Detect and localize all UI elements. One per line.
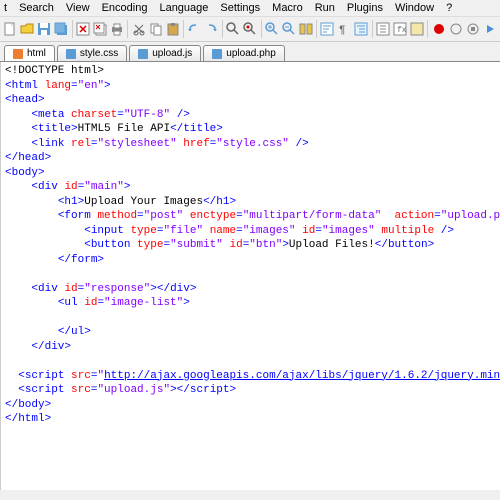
menu-help[interactable]: ? [446, 2, 452, 14]
divider [72, 20, 73, 38]
playback-icon[interactable] [481, 19, 498, 39]
file-icon [212, 49, 222, 59]
file-icon [138, 49, 148, 59]
divider [427, 20, 428, 38]
menu-bar: t Search View Encoding Language Settings… [0, 0, 500, 17]
menu-edit[interactable]: t [4, 2, 7, 14]
menu-encoding[interactable]: Encoding [102, 2, 148, 14]
divider [316, 20, 317, 38]
code-content[interactable]: <!DOCTYPE html> <html lang="en"> <head> … [1, 62, 500, 490]
editor-area: <!DOCTYPE html> <html lang="en"> <head> … [0, 62, 500, 490]
find-icon[interactable] [225, 19, 242, 39]
divider [127, 20, 128, 38]
fold-icon[interactable] [375, 19, 392, 39]
paste-icon[interactable] [164, 19, 181, 39]
map-icon[interactable] [409, 19, 426, 39]
close-icon[interactable] [75, 19, 92, 39]
doctype: <!DOCTYPE html> [5, 65, 104, 77]
replace-icon[interactable] [242, 19, 259, 39]
file-icon [66, 49, 76, 59]
tab-label: upload.js [152, 48, 192, 59]
divider [183, 20, 184, 38]
tab-bar: html style.css upload.js upload.php [0, 42, 500, 62]
menu-macro[interactable]: Macro [272, 2, 303, 14]
svg-text:¶: ¶ [339, 25, 346, 37]
zoom-out-icon[interactable] [280, 19, 297, 39]
play-icon[interactable] [447, 19, 464, 39]
open-icon[interactable] [19, 19, 36, 39]
tab-label: html [27, 48, 46, 59]
menu-plugins[interactable]: Plugins [347, 2, 383, 14]
menu-window[interactable]: Window [395, 2, 434, 14]
toolbar: ¶ fx [0, 17, 500, 42]
save-icon[interactable] [36, 19, 53, 39]
redo-icon[interactable] [203, 19, 220, 39]
indent-icon[interactable] [353, 19, 370, 39]
menu-settings[interactable]: Settings [220, 2, 260, 14]
file-icon [13, 49, 23, 59]
menu-view[interactable]: View [66, 2, 90, 14]
save-all-icon[interactable] [53, 19, 70, 39]
tab-html[interactable]: html [4, 45, 55, 61]
copy-icon[interactable] [147, 19, 164, 39]
record-icon[interactable] [430, 19, 447, 39]
print-icon[interactable] [108, 19, 125, 39]
tab-label: style.css [80, 48, 118, 59]
showchars-icon[interactable]: ¶ [336, 19, 353, 39]
menu-search[interactable]: Search [19, 2, 54, 14]
zoom-in-icon[interactable] [263, 19, 280, 39]
new-icon[interactable] [2, 19, 19, 39]
menu-language[interactable]: Language [159, 2, 208, 14]
menu-run[interactable]: Run [315, 2, 335, 14]
tab-uploadphp[interactable]: upload.php [203, 45, 285, 61]
tab-style[interactable]: style.css [57, 45, 127, 61]
tab-label: upload.php [226, 48, 276, 59]
sync-icon[interactable] [297, 19, 314, 39]
tab-uploadjs[interactable]: upload.js [129, 45, 201, 61]
wordwrap-icon[interactable] [319, 19, 336, 39]
stop-icon[interactable] [464, 19, 481, 39]
undo-icon[interactable] [186, 19, 203, 39]
divider [261, 20, 262, 38]
svg-text:fx: fx [397, 26, 407, 35]
divider [222, 20, 223, 38]
cut-icon[interactable] [130, 19, 147, 39]
close-all-icon[interactable] [92, 19, 109, 39]
function-icon[interactable]: fx [392, 19, 409, 39]
divider [372, 20, 373, 38]
